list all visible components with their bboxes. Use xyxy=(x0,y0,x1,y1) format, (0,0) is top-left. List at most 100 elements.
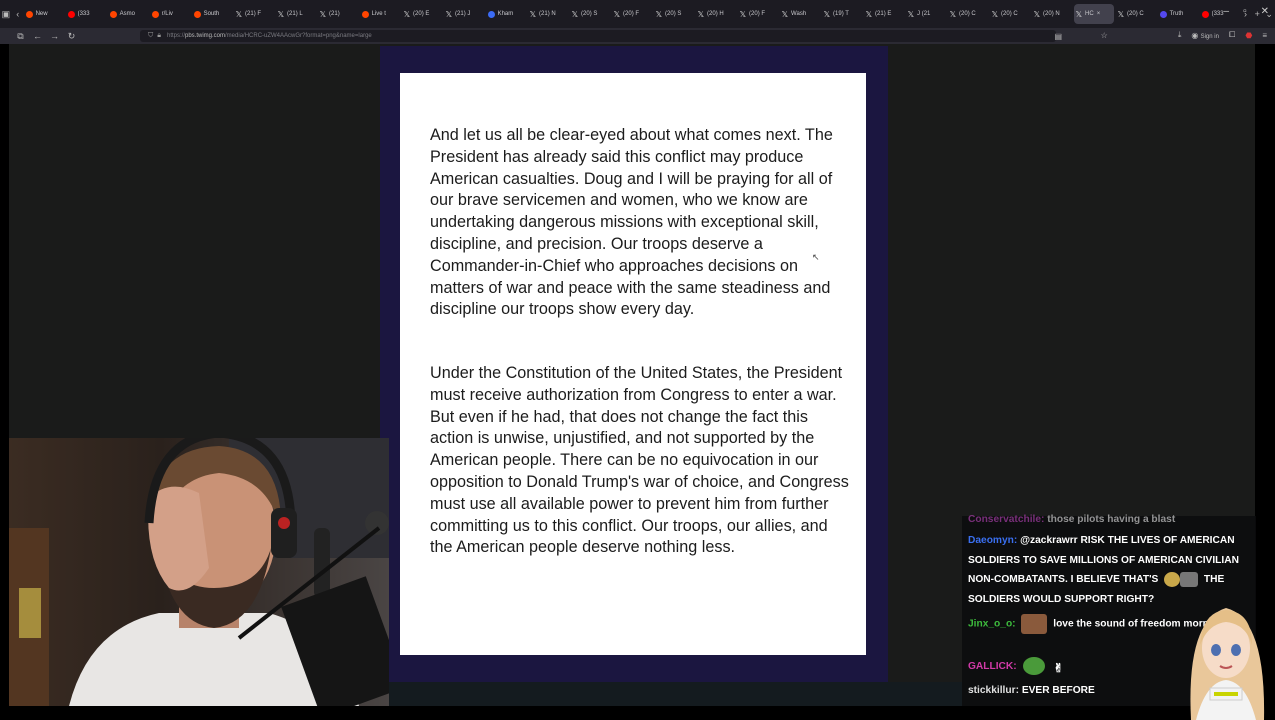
statement-paragraph-2: Under the Constitution of the United Sta… xyxy=(430,364,849,557)
extensions-icon[interactable]: ⧠ xyxy=(1229,30,1235,40)
browser-tab[interactable]: 𝕏 (21) L xyxy=(276,4,316,24)
reddit-icon xyxy=(193,10,201,18)
screen: ▣ ‹ New (333 Asmo r/Liv South 𝕏 (21) F 𝕏 (21) L𝕏… xyxy=(0,0,1275,720)
x-icon: 𝕏 xyxy=(655,9,663,19)
x-icon: 𝕏 xyxy=(613,9,621,19)
browser-tab-label: (20) F xyxy=(749,11,766,17)
url-host: pbs.twimg.com xyxy=(185,33,226,39)
browser-tab[interactable]: 𝕏 (20) E xyxy=(402,4,442,24)
x-icon: 𝕏 xyxy=(781,9,789,19)
youtube-icon xyxy=(1201,10,1209,18)
browser-tab[interactable]: Asmo xyxy=(108,4,148,24)
downloads-icon[interactable]: ⤓ xyxy=(1178,30,1182,40)
browser-tab-label: (20) F xyxy=(623,11,640,17)
address-bar[interactable]: ⛉ 🔒︎ https://pbs.twimg.com/media/HCRC-uZ… xyxy=(140,30,1062,42)
shield-icon[interactable]: ⛉ xyxy=(148,32,153,40)
browser-tab[interactable]: Kham xyxy=(486,4,526,24)
forward-icon[interactable]: → xyxy=(46,31,63,41)
reader-view-icon[interactable]: ▤ xyxy=(1054,32,1062,41)
hands-emote-icon: ✌︎ xyxy=(1053,660,1064,675)
x-icon: 𝕏 xyxy=(739,9,747,19)
browser-tab-label: (21) N xyxy=(539,11,556,17)
browser-tab-label: (21) xyxy=(329,11,340,17)
ublock-icon[interactable]: ⬣ xyxy=(1245,31,1252,40)
reload-icon[interactable]: ↻ xyxy=(63,31,80,42)
browser-tab[interactable]: 𝕏 (20) F xyxy=(738,4,778,24)
bookmark-star-icon[interactable]: ☆ xyxy=(1101,31,1108,40)
browser-tab-label: (20) C xyxy=(1001,11,1018,17)
browser-tab[interactable]: 𝕏 (21) F xyxy=(234,4,274,24)
close-tab-icon[interactable]: × xyxy=(1097,11,1101,17)
chat-message: Conservatchile: those pilots having a bl… xyxy=(968,510,1240,530)
mouse-cursor-icon: ↖ xyxy=(812,252,820,262)
emote-icon xyxy=(1021,614,1048,634)
browser-tab[interactable]: 𝕏 (20) S xyxy=(654,4,694,24)
youtube-icon xyxy=(67,10,75,18)
sidebar-icon[interactable]: ⧉ xyxy=(12,31,29,42)
toolbar-right: ☆ ⤓ ◉ Sign in ⧠ ⬣ ≡ xyxy=(1101,30,1267,40)
chat-username: Daeomyn: xyxy=(968,535,1018,546)
account-icon[interactable]: ◉ Sign in xyxy=(1191,31,1219,40)
browser-tab-label: (333 xyxy=(1211,11,1224,17)
menu-icon[interactable]: ≡ xyxy=(1262,31,1267,40)
browser-tab[interactable]: New xyxy=(24,4,64,24)
x-icon: 𝕏 xyxy=(823,9,831,19)
browser-tab-label: Kham xyxy=(497,11,514,17)
statement-paragraph-1: And let us all be clear-eyed about what … xyxy=(430,126,833,319)
reddit-icon xyxy=(361,10,369,18)
lock-icon[interactable]: 🔒︎ xyxy=(157,32,161,40)
x-icon: 𝕏 xyxy=(319,9,327,19)
anime-avatar-image xyxy=(1190,608,1265,720)
browser-tab[interactable]: 𝕏 (20) C xyxy=(948,4,988,24)
emote-icon xyxy=(1164,571,1181,587)
browser-tab-label: (21) E xyxy=(875,11,892,17)
browser-tab-label: (20) C xyxy=(959,11,976,17)
chat-username: GALLICK: xyxy=(968,661,1017,672)
browser-tab-label: (19) T xyxy=(833,11,849,17)
browser-tab[interactable]: 𝕏 (20) C xyxy=(1116,4,1156,24)
browser-tab-label: (21) F xyxy=(245,11,262,17)
chat-username: Jinx_o_o: xyxy=(968,618,1016,630)
browser-tab[interactable]: 𝕏J (21 xyxy=(906,4,946,24)
browser-tab[interactable]: 𝕏 (21) E xyxy=(864,4,904,24)
reddit-icon xyxy=(151,10,159,18)
browser-tab[interactable]: 𝕏 (21) J xyxy=(444,4,484,24)
tab-scroll-left-icon[interactable]: ‹ xyxy=(12,9,24,19)
browser-tab[interactable]: South xyxy=(192,4,232,24)
browser-tab[interactable]: Truth xyxy=(1158,4,1198,24)
browser-tab[interactable]: 𝕏 (20) N xyxy=(1032,4,1072,24)
browser-tab-label: (333 xyxy=(77,11,90,17)
firefox-view-icon[interactable]: ▣ xyxy=(0,9,12,20)
x-icon: 𝕏 xyxy=(991,9,999,19)
browser-tab[interactable]: 𝕏 (21) xyxy=(318,4,358,24)
browser-tab[interactable]: 𝕏 (20) S xyxy=(570,4,610,24)
browser-tab[interactable]: 𝕏 (21) N xyxy=(528,4,568,24)
browser-tab[interactable]: (333 xyxy=(66,4,106,24)
restore-icon[interactable]: ▫ xyxy=(1243,6,1247,17)
chat-username: stickkillur: xyxy=(968,685,1019,696)
anime-avatar-overlay xyxy=(1176,600,1275,720)
browser-tab[interactable]: 𝕏 (20) H xyxy=(696,4,736,24)
browser-tab[interactable]: 𝕏 (19) T xyxy=(822,4,862,24)
browser-tab-label: Asmo xyxy=(119,11,135,17)
browser-tab[interactable]: 𝕏 (20) F xyxy=(612,4,652,24)
reddit-icon xyxy=(25,10,33,18)
tab-strip: New (333 Asmo r/Liv South 𝕏 (21) F 𝕏 (21) L 𝕏 (21)… xyxy=(24,4,1240,24)
browser-tab-label: (20) N xyxy=(1043,11,1060,17)
chat-username: Conservatchile: xyxy=(968,514,1045,525)
browser-tab[interactable]: 𝕏 (20) C xyxy=(990,4,1030,24)
browser-tab-label: (20) C xyxy=(1127,11,1144,17)
browser-tab-label: New xyxy=(35,11,48,17)
webcam-image xyxy=(9,438,389,706)
x-icon: 𝕏 xyxy=(907,9,915,19)
back-icon[interactable]: ← xyxy=(29,31,46,41)
browser-tab-label: J (21 xyxy=(917,11,931,17)
browser-tab[interactable]: 𝕏 Wash xyxy=(780,4,820,24)
sign-in-label: Sign in xyxy=(1200,33,1219,40)
browser-tab[interactable]: Live t xyxy=(360,4,400,24)
browser-tab[interactable]: 𝕏 HC × xyxy=(1073,4,1114,24)
minimize-icon[interactable]: – xyxy=(1224,6,1230,17)
chat-message: Daeomyn: @zackrawrr RISK THE LIVES OF AM… xyxy=(968,531,1240,609)
close-window-icon[interactable]: ✕ xyxy=(1261,6,1269,17)
browser-tab[interactable]: r/Liv xyxy=(150,4,190,24)
